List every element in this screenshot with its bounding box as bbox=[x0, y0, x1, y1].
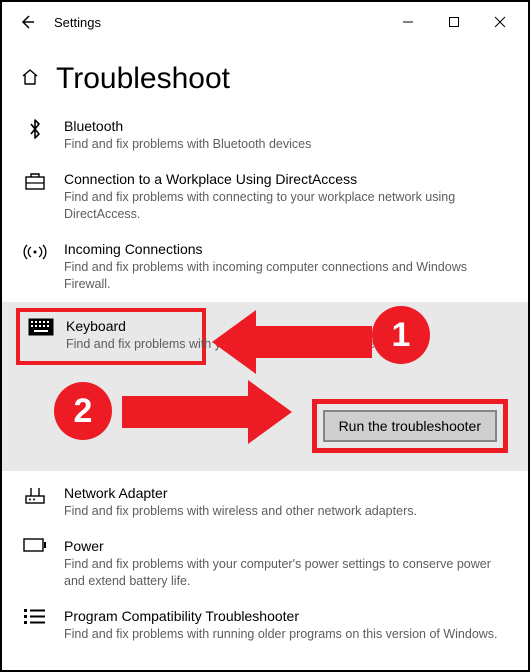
highlight-run: Run the troubleshooter bbox=[312, 399, 508, 453]
item-title: Power bbox=[64, 538, 508, 554]
item-incoming[interactable]: Incoming Connections Find and fix proble… bbox=[2, 233, 528, 303]
annotation-arrow-2 bbox=[122, 380, 292, 444]
item-power[interactable]: Power Find and fix problems with your co… bbox=[2, 530, 528, 600]
item-desc: Find and fix problems with incoming comp… bbox=[64, 259, 508, 293]
annotation-step-1: 1 bbox=[372, 306, 430, 364]
item-bluetooth[interactable]: Bluetooth Find and fix problems with Blu… bbox=[2, 110, 528, 163]
network-icon bbox=[24, 485, 46, 505]
battery-icon bbox=[23, 538, 47, 552]
page-header: Troubleshoot bbox=[2, 42, 528, 104]
item-compat[interactable]: Program Compatibility Troubleshooter Fin… bbox=[2, 600, 528, 653]
run-troubleshooter-button[interactable]: Run the troubleshooter bbox=[323, 410, 497, 442]
item-directaccess[interactable]: Connection to a Workplace Using DirectAc… bbox=[2, 163, 528, 233]
item-desc: Find and fix problems with your computer… bbox=[64, 556, 508, 590]
item-title: Connection to a Workplace Using DirectAc… bbox=[64, 171, 508, 187]
home-icon[interactable] bbox=[20, 67, 40, 92]
item-desc: Find and fix problems with running older… bbox=[64, 626, 508, 643]
minimize-icon bbox=[402, 16, 414, 28]
maximize-button[interactable] bbox=[432, 7, 476, 37]
minimize-button[interactable] bbox=[386, 7, 430, 37]
item-desc: Find and fix problems with connecting to… bbox=[64, 189, 508, 223]
titlebar: Settings bbox=[2, 2, 528, 42]
troubleshooter-list: Bluetooth Find and fix problems with Blu… bbox=[2, 104, 528, 653]
item-title: Bluetooth bbox=[64, 118, 508, 134]
keyboard-icon bbox=[28, 318, 54, 336]
close-button[interactable] bbox=[478, 7, 522, 37]
item-title: Network Adapter bbox=[64, 485, 508, 501]
item-desc: Find and fix problems with wireless and … bbox=[64, 503, 508, 520]
annotation-step-2: 2 bbox=[54, 382, 112, 440]
maximize-icon bbox=[448, 16, 460, 28]
page-title: Troubleshoot bbox=[56, 62, 230, 96]
antenna-icon bbox=[23, 241, 47, 263]
window-title: Settings bbox=[54, 15, 101, 30]
window-controls bbox=[386, 7, 522, 37]
item-desc: Find and fix problems with Bluetooth dev… bbox=[64, 136, 508, 153]
highlight-keyboard: Keyboard Find and fix problems with your… bbox=[16, 308, 206, 365]
annotation-arrow-1 bbox=[212, 310, 372, 374]
arrow-left-icon bbox=[18, 13, 36, 31]
item-title: Program Compatibility Troubleshooter bbox=[64, 608, 508, 624]
list-icon bbox=[24, 608, 46, 626]
close-icon bbox=[494, 16, 506, 28]
bluetooth-icon bbox=[27, 118, 43, 140]
item-title: Incoming Connections bbox=[64, 241, 508, 257]
back-button[interactable] bbox=[12, 7, 42, 37]
briefcase-icon bbox=[24, 171, 46, 191]
item-network[interactable]: Network Adapter Find and fix problems wi… bbox=[2, 471, 528, 530]
